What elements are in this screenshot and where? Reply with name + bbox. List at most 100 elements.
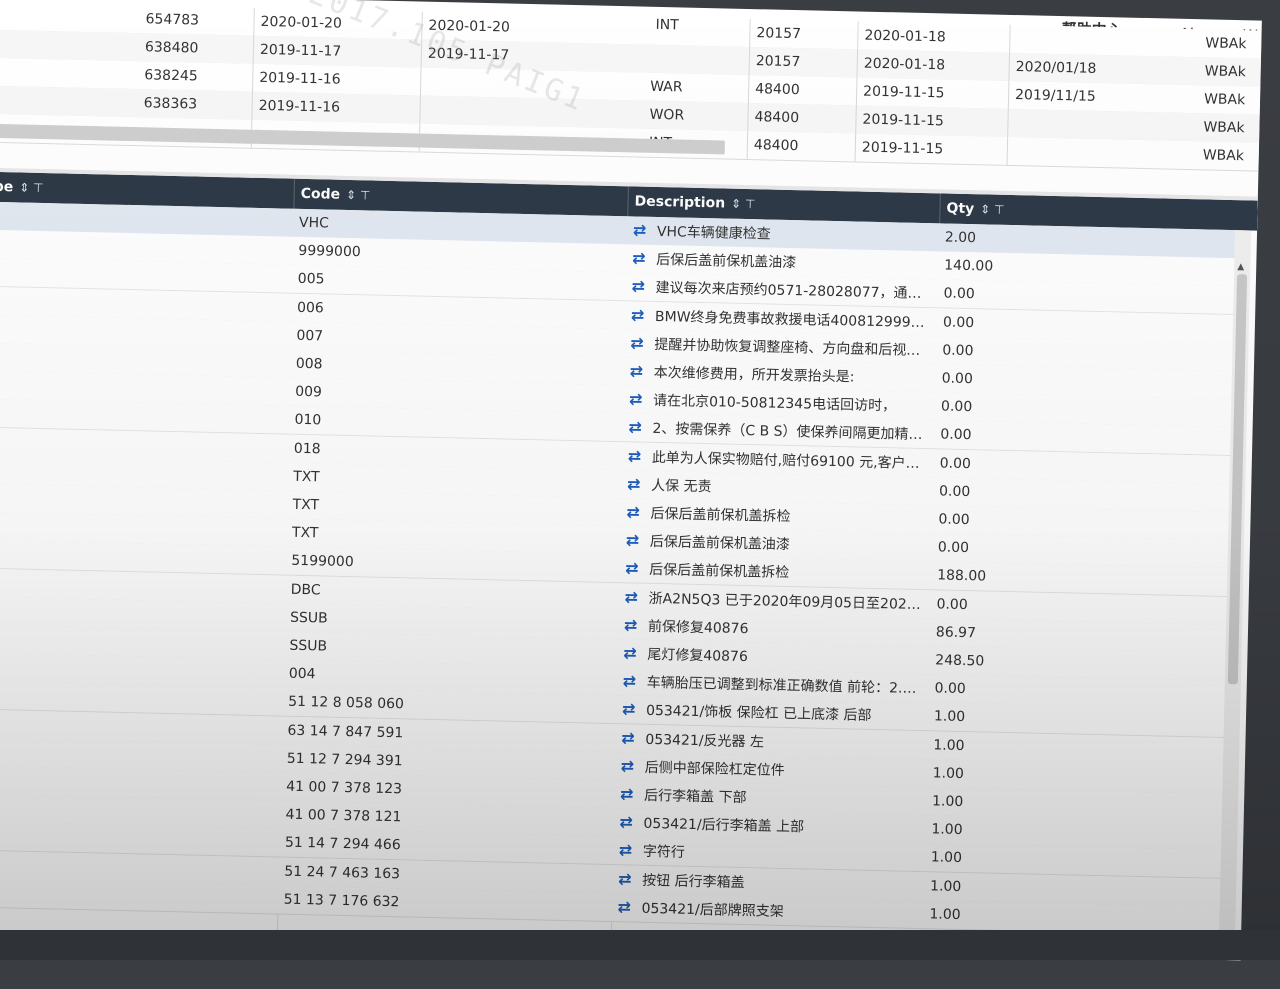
- column-header-label: Code: [300, 185, 341, 203]
- order-date: 2019-11-16: [251, 91, 341, 122]
- description-text: 尾灯修复40876: [647, 646, 749, 666]
- vin: WBAk: [1205, 35, 1247, 53]
- sort-filter-icon[interactable]: ⇕ ⊤: [731, 197, 756, 212]
- description-text: 053421/饰板 保险杠 已上底漆 后部: [645, 703, 872, 725]
- qty-cell: 0.00: [939, 455, 972, 472]
- sort-filter-icon[interactable]: ⇕ ⊤: [19, 180, 44, 195]
- description-text: 后行李箱盖 下部: [643, 787, 747, 807]
- qty-cell: 0.00: [938, 511, 970, 529]
- swap-arrows-icon[interactable]: ⇄: [623, 639, 644, 667]
- description-text: 人保 无责: [650, 477, 712, 496]
- sort-filter-icon[interactable]: ⇕ ⊤: [980, 202, 1005, 217]
- swap-arrows-icon[interactable]: ⇄: [619, 837, 640, 865]
- swap-arrows-icon[interactable]: ⇄: [620, 780, 641, 808]
- qty-cell: 140.00: [944, 257, 994, 275]
- swap-arrows-icon[interactable]: ⇄: [626, 498, 647, 526]
- description-text: 浙A2N5Q3 已于2020年09月05日至2020…: [648, 590, 923, 613]
- column-header-label: pe: [0, 178, 14, 196]
- order-type: WOR: [649, 106, 685, 124]
- swap-arrows-icon[interactable]: ⇄: [622, 696, 643, 724]
- qty-cell: 0.00: [936, 595, 968, 613]
- swap-arrows-icon[interactable]: ⇄: [618, 865, 639, 893]
- swap-arrows-icon[interactable]: ⇄: [624, 583, 645, 611]
- qty-cell: 1.00: [929, 877, 962, 895]
- swap-arrows-icon[interactable]: ⇄: [629, 386, 650, 414]
- qty-cell: 188.00: [936, 567, 987, 585]
- qty-cell: 1.00: [933, 708, 966, 726]
- qty-cell: 0.00: [942, 342, 974, 359]
- description-text: 后保后盖前保机盖拆检: [649, 562, 790, 582]
- order-date-2: [419, 67, 428, 96]
- qty-cell: 0.00: [940, 398, 973, 416]
- vin: WBAk: [1203, 119, 1245, 137]
- description-text: 按钮 后行李箱盖: [642, 872, 745, 891]
- order-type: WAR: [650, 78, 683, 96]
- column-header-description[interactable]: Description ⇕ ⊤: [627, 186, 756, 220]
- vin: WBAk: [1204, 63, 1247, 81]
- swap-arrows-icon[interactable]: ⇄: [625, 555, 646, 583]
- swap-arrows-icon[interactable]: ⇄: [632, 245, 653, 273]
- description-text: 字符行: [642, 844, 686, 862]
- order-date-3: 2020-01-18: [856, 49, 946, 80]
- qty-cell: 2.00: [944, 229, 977, 247]
- column-header-code[interactable]: Code ⇕ ⊤: [293, 178, 371, 211]
- sort-filter-icon[interactable]: ⇕ ⊤: [346, 188, 371, 203]
- description-text: BMW终身免费事故救援电话4008129999…: [654, 308, 930, 331]
- order-date-4: [1006, 136, 1015, 166]
- description-text: 建议每次来店预约0571-28028077，通过…: [655, 280, 930, 303]
- column-header-type[interactable]: pe ⇕ ⊤: [0, 172, 44, 203]
- order-date-4: 2020/01/18: [1008, 52, 1097, 83]
- swap-arrows-icon[interactable]: ⇄: [622, 667, 643, 695]
- qty-cell: 1.00: [929, 906, 961, 923]
- swap-arrows-icon[interactable]: ⇄: [619, 808, 640, 836]
- qty-cell: 0.00: [943, 285, 975, 303]
- order-number: 654783: [145, 11, 200, 29]
- order-date: 2019-11-17: [252, 35, 342, 66]
- description-text: 本次维修费用，所开发票抬头是:: [653, 364, 855, 386]
- qty-cell: 1.00: [932, 765, 965, 782]
- description-text: 请在北京010-50812345电话回访时，: [652, 393, 897, 415]
- swap-arrows-icon[interactable]: ⇄: [628, 414, 649, 442]
- order-code: 48400: [747, 75, 801, 105]
- swap-arrows-icon[interactable]: ⇄: [621, 724, 642, 752]
- swap-arrows-icon[interactable]: ⇄: [617, 893, 638, 921]
- swap-arrows-icon[interactable]: ⇄: [631, 301, 652, 329]
- job-lines-grid: pe ⇕ ⊤ Code ⇕ ⊤ Description ⇕ ⊤ Qty ⇕ ⊤ VHC ⇄…: [0, 171, 1258, 961]
- qty-cell: 86.97: [935, 624, 977, 642]
- swap-arrows-icon[interactable]: ⇄: [627, 470, 648, 498]
- qty-cell: 0.00: [942, 314, 975, 331]
- swap-arrows-icon[interactable]: ⇄: [624, 611, 645, 639]
- qty-cell: 0.00: [934, 680, 966, 698]
- qty-cell: 0.00: [941, 370, 974, 388]
- vin: WBAk: [1203, 91, 1246, 109]
- description-text: 此单为人保实物赔付,赔付69100 元,客户承…: [651, 449, 927, 472]
- order-number: 638480: [144, 39, 199, 57]
- order-code: 20157: [749, 19, 802, 49]
- order-date-3: 2020-01-18: [857, 21, 947, 52]
- qty-cell: 0.00: [938, 483, 971, 500]
- description-text: 提醒并协助恢复调整座椅、方向盘和后视镜…: [654, 336, 929, 360]
- swap-arrows-icon[interactable]: ⇄: [629, 357, 650, 385]
- scroll-up-icon[interactable]: ▲: [1237, 262, 1244, 272]
- qty-cell: 1.00: [930, 849, 963, 867]
- order-code: 48400: [746, 130, 799, 161]
- swap-arrows-icon[interactable]: ⇄: [627, 442, 648, 470]
- swap-arrows-icon[interactable]: ⇄: [633, 216, 654, 244]
- swap-arrows-icon[interactable]: ⇄: [630, 329, 651, 357]
- screen: 帮助中心⌄ Alex.we.Wang 654783 2020-01-20 202…: [0, 0, 1280, 989]
- order-date-4: 2019/11/15: [1007, 80, 1097, 111]
- code-cell: 51 13 7 176 632: [283, 891, 400, 911]
- description-text: 车辆胎压已调整到标准正确数值 前轮：2.3…: [646, 675, 921, 698]
- description-text: 后保后盖前保机盖油漆: [656, 252, 797, 272]
- description-text: 前保修复40876: [647, 618, 749, 637]
- order-number: 638363: [143, 95, 198, 113]
- qty-cell: 248.50: [935, 652, 985, 670]
- swap-arrows-icon[interactable]: ⇄: [620, 752, 641, 780]
- order-number: 638245: [144, 67, 198, 85]
- swap-arrows-icon[interactable]: ⇄: [626, 527, 647, 555]
- description-text: 后侧中部保险杠定位件: [644, 759, 785, 779]
- qty-cell: 0.00: [940, 426, 972, 444]
- swap-arrows-icon[interactable]: ⇄: [631, 273, 652, 301]
- order-date-4: [1007, 108, 1015, 138]
- column-header-qty[interactable]: Qty ⇕ ⊤: [939, 193, 1005, 225]
